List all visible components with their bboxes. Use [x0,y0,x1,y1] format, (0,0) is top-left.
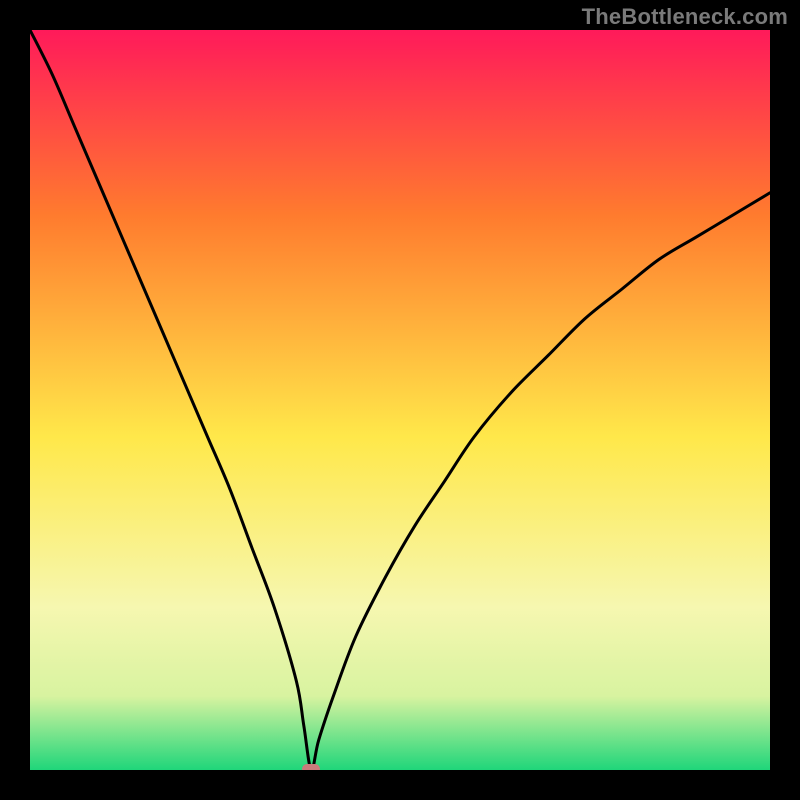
plot-area [30,30,770,770]
watermark-text: TheBottleneck.com [582,4,788,30]
optimum-marker [302,764,320,770]
chart-stage: TheBottleneck.com [0,0,800,800]
bottleneck-curve [30,30,770,770]
curve-layer [30,30,770,770]
